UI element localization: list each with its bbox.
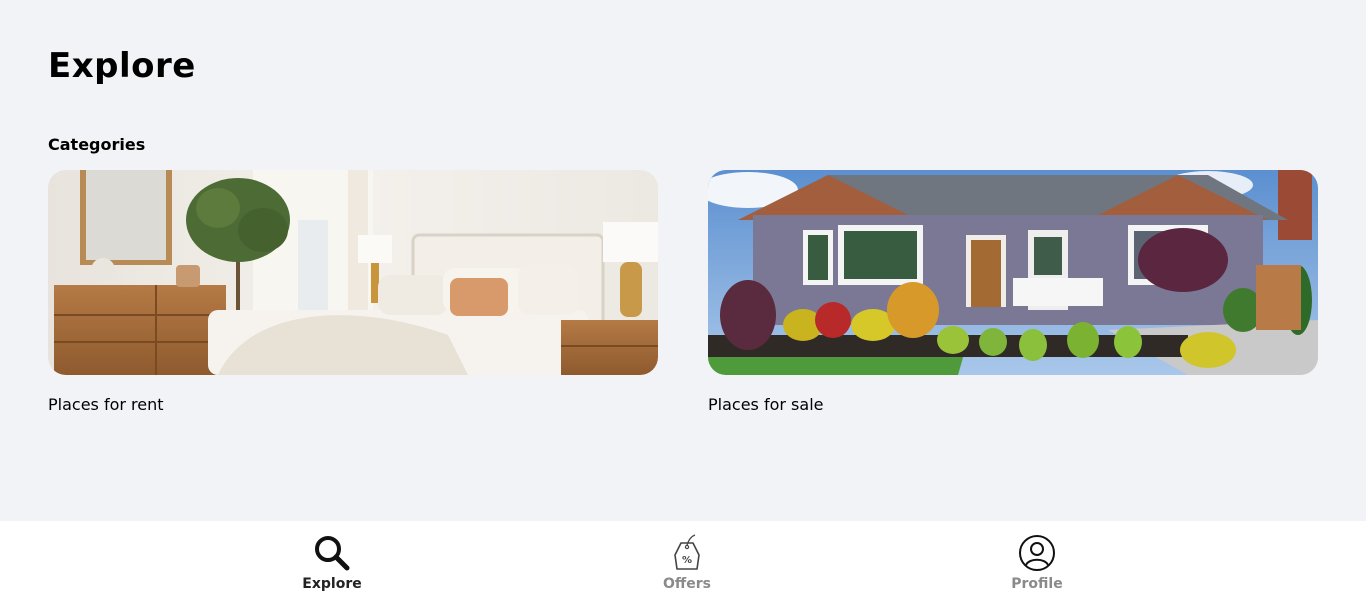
- nav-label-offers: Offers: [663, 576, 711, 592]
- category-card-sale[interactable]: Places for sale: [708, 170, 1318, 414]
- profile-icon: [1019, 535, 1055, 571]
- nav-item-explore[interactable]: Explore: [252, 521, 412, 607]
- bottom-nav: Explore % Offers Profile: [0, 521, 1366, 607]
- bedroom-image: [48, 170, 658, 375]
- house-image: [708, 170, 1318, 375]
- nav-label-explore: Explore: [302, 576, 362, 592]
- offer-tag-icon: %: [674, 534, 700, 570]
- svg-text:%: %: [682, 555, 692, 566]
- page-title: Explore: [48, 46, 196, 86]
- nav-item-offers[interactable]: % Offers: [607, 521, 767, 607]
- category-label-sale: Places for sale: [708, 395, 824, 414]
- nav-item-profile[interactable]: Profile: [957, 521, 1117, 607]
- category-label-rent: Places for rent: [48, 395, 164, 414]
- category-card-rent[interactable]: Places for rent: [48, 170, 658, 414]
- explore-page: Explore Categories Places for rent Place…: [0, 0, 1366, 607]
- search-icon: [315, 536, 350, 571]
- nav-label-profile: Profile: [1011, 576, 1063, 592]
- categories-heading: Categories: [48, 135, 146, 154]
